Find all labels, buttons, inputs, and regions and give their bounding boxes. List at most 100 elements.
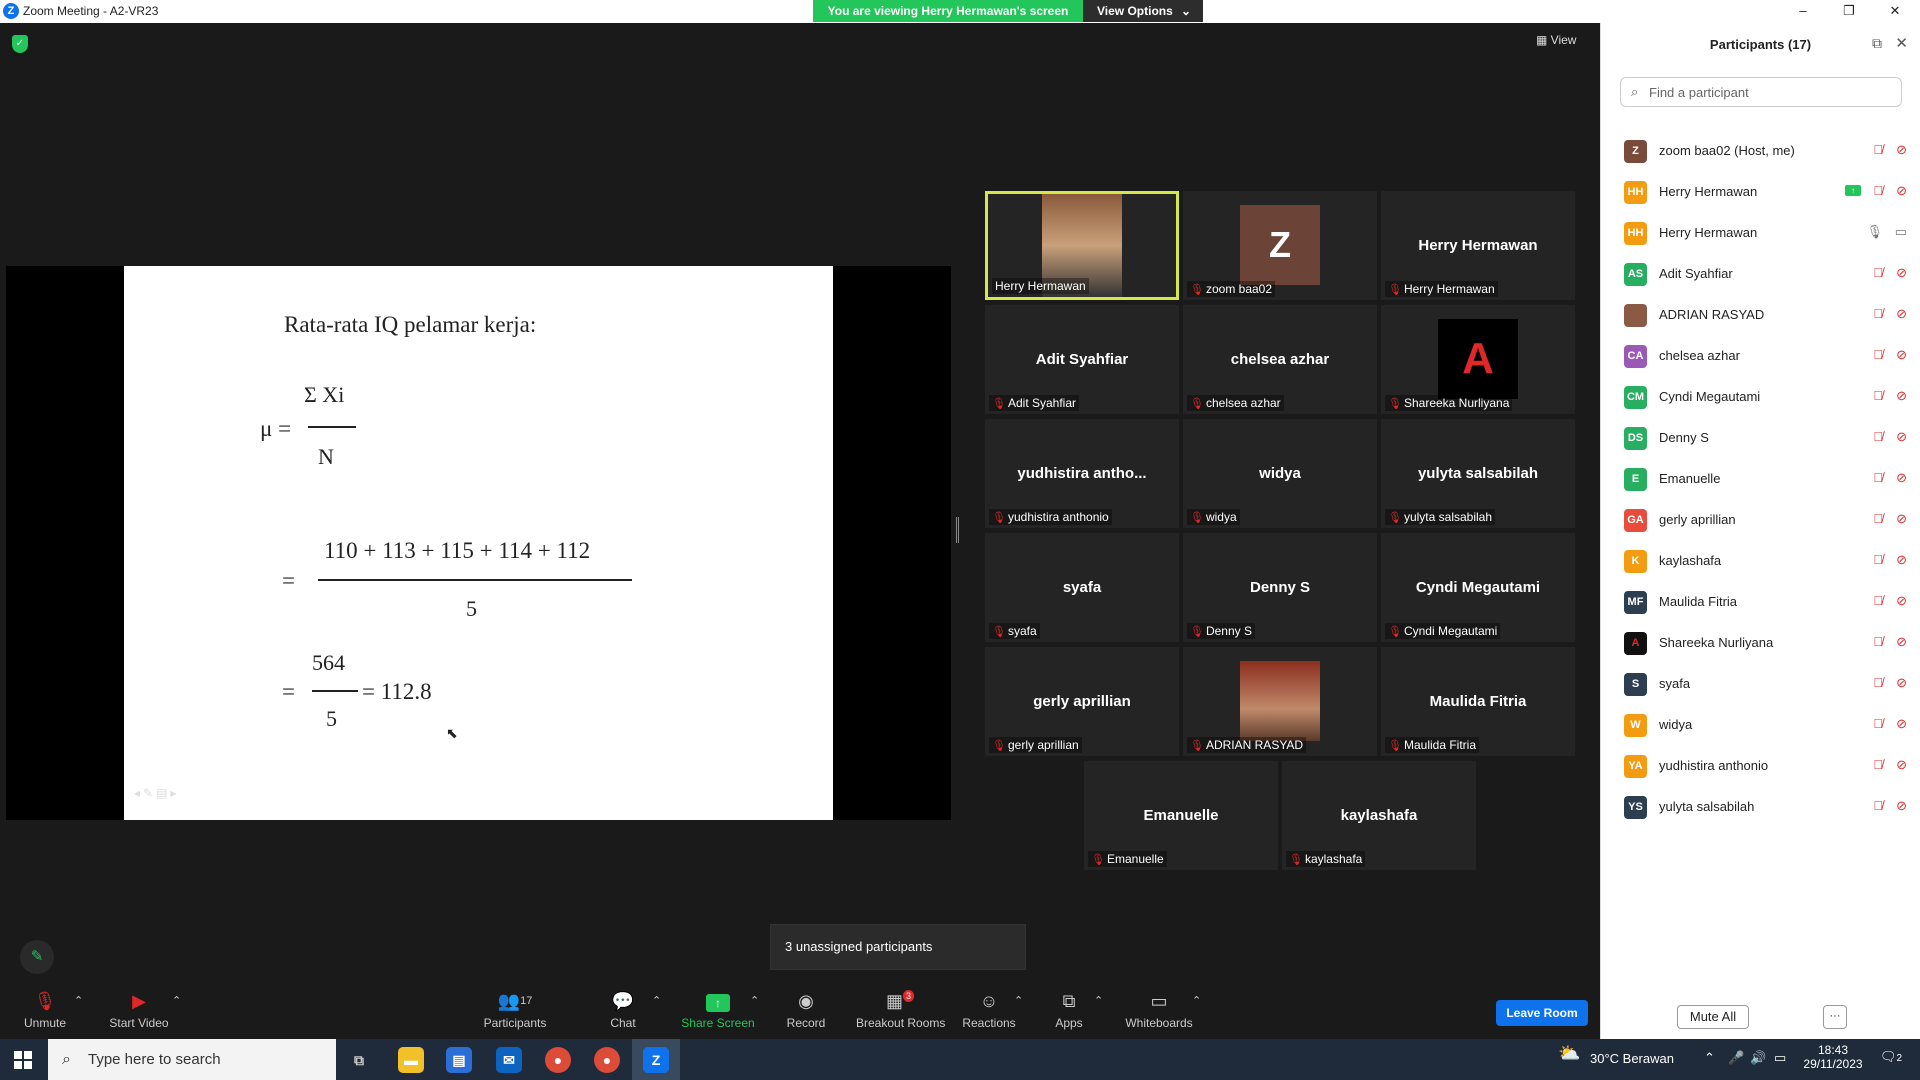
- participant-row[interactable]: HH Herry Hermawan 🎙 ▭: [1601, 212, 1920, 253]
- volume-icon[interactable]: 🔊: [1750, 1050, 1766, 1066]
- zoom-taskbar-icon[interactable]: Z: [643, 1047, 669, 1073]
- result: = 112.8: [362, 679, 432, 704]
- close-button[interactable]: ✕: [1872, 0, 1918, 22]
- popout-icon[interactable]: ⧉: [1872, 35, 1882, 52]
- participants-button[interactable]: 👥17 Participants: [482, 990, 548, 1030]
- video-tile[interactable]: widya 🎙 widya: [1183, 419, 1377, 528]
- security-shield-icon[interactable]: ✓: [12, 35, 28, 53]
- clock[interactable]: 18:43 29/11/2023: [1803, 1043, 1863, 1071]
- tray-chevron-icon[interactable]: ⌃: [1704, 1050, 1715, 1066]
- view-button[interactable]: ▦ View: [1536, 33, 1576, 47]
- record-button[interactable]: ◉ Record: [786, 990, 826, 1030]
- file-explorer-icon[interactable]: ▬: [398, 1047, 424, 1073]
- video-tile[interactable]: Emanuelle 🎙 Emanuelle: [1084, 761, 1278, 870]
- video-tile[interactable]: gerly aprillian 🎙 gerly aprillian: [985, 647, 1179, 756]
- taskbar-search-input[interactable]: ⌕ Type here to search: [48, 1039, 336, 1080]
- close-panel-icon[interactable]: ✕: [1895, 34, 1908, 52]
- participant-search-input[interactable]: ⌕ Find a participant: [1620, 77, 1902, 107]
- video-tile[interactable]: yudhistira antho... 🎙 yudhistira anthonio: [985, 419, 1179, 528]
- participant-row[interactable]: A Shareeka Nurliyana 🎙̸ ⊘: [1601, 622, 1920, 663]
- muted-mic-icon: 🎙̸: [1873, 429, 1883, 444]
- chevron-up-icon[interactable]: ⌃: [172, 994, 181, 1007]
- numerator: 110 + 113 + 115 + 114 + 112: [324, 538, 591, 563]
- record-icon: ◉: [798, 991, 814, 1011]
- participant-row[interactable]: Wwidya 🎙̸ ⊘: [1601, 704, 1920, 745]
- video-tile[interactable]: Adit Syahfiar 🎙 Adit Syahfiar: [985, 305, 1179, 414]
- video-tile[interactable]: Maulida Fitria 🎙 Maulida Fitria: [1381, 647, 1575, 756]
- participant-row[interactable]: Kkaylashafa 🎙̸ ⊘: [1601, 540, 1920, 581]
- apps-button[interactable]: ⧉ Apps: [1054, 990, 1084, 1030]
- start-video-button[interactable]: ▶ Start Video: [106, 990, 172, 1030]
- reactions-button[interactable]: ☺ Reactions: [962, 990, 1016, 1030]
- tile-name-label: 🎙 zoom baa02: [1187, 281, 1276, 297]
- video-tile[interactable]: yulyta salsabilah 🎙 yulyta salsabilah: [1381, 419, 1575, 528]
- participant-row[interactable]: CM Cyndi Megautami 🎙̸ ⊘: [1601, 376, 1920, 417]
- breakout-rooms-button[interactable]: ▦ 3 Breakout Rooms: [856, 990, 945, 1030]
- participant-name: Herry Hermawan: [1659, 184, 1758, 199]
- video-tile[interactable]: chelsea azhar 🎙 chelsea azhar: [1183, 305, 1377, 414]
- avatar: CM: [1624, 386, 1647, 409]
- video-tile[interactable]: Cyndi Megautami 🎙 Cyndi Megautami: [1381, 533, 1575, 642]
- participant-row[interactable]: Ssyafa 🎙̸ ⊘: [1601, 663, 1920, 704]
- tile-name-label: 🎙 Denny S: [1187, 623, 1255, 639]
- tile-display-name: Cyndi Megautami: [1415, 579, 1541, 596]
- participant-row[interactable]: GA gerly aprillian 🎙̸ ⊘: [1601, 499, 1920, 540]
- video-tile[interactable]: A 🎙 Shareeka Nurliyana: [1381, 305, 1575, 414]
- microphone-tray-icon[interactable]: 🎤: [1728, 1050, 1744, 1066]
- view-options-button[interactable]: View Options ⌄: [1083, 0, 1203, 22]
- participant-row[interactable]: YS yulyta salsabilah 🎙̸ ⊘: [1601, 786, 1920, 827]
- chevron-up-icon[interactable]: ⌃: [750, 994, 759, 1007]
- chrome-profile-icon[interactable]: ●: [594, 1047, 620, 1073]
- weather-text[interactable]: 30°C Berawan: [1590, 1051, 1674, 1066]
- notifications-icon[interactable]: 🗨2: [1880, 1049, 1902, 1065]
- shared-screen[interactable]: Rata-rata IQ pelamar kerja: μ = Σ Xi N =…: [6, 266, 951, 820]
- participant-row[interactable]: E Emanuelle 🎙̸ ⊘: [1601, 458, 1920, 499]
- chevron-up-icon[interactable]: ⌃: [1094, 994, 1103, 1007]
- chat-button[interactable]: 💬 Chat: [608, 990, 638, 1030]
- slide-controls[interactable]: ◂ ✎ ▤ ▸: [134, 786, 176, 801]
- leave-room-button[interactable]: Leave Room: [1496, 1000, 1588, 1026]
- participant-name: ADRIAN RASYAD: [1659, 307, 1765, 322]
- chrome-icon[interactable]: ●: [545, 1047, 571, 1073]
- restore-button[interactable]: ❐: [1826, 0, 1872, 22]
- video-tile[interactable]: kaylashafa 🎙 kaylashafa: [1282, 761, 1476, 870]
- chevron-up-icon[interactable]: ⌃: [74, 994, 83, 1007]
- participant-row[interactable]: YA yudhistira anthonio 🎙̸ ⊘: [1601, 745, 1920, 786]
- splitter-handle[interactable]: [956, 517, 959, 543]
- video-tile[interactable]: Herry Hermawan: [985, 191, 1179, 300]
- participant-name: yulyta salsabilah: [1659, 799, 1755, 814]
- apps-label: Apps: [1055, 1016, 1083, 1030]
- whiteboards-button[interactable]: ▭ Whiteboards: [1124, 990, 1194, 1030]
- participant-row[interactable]: HH Herry Hermawan ↑ 🎙̸ ⊘: [1601, 171, 1920, 212]
- mute-all-button[interactable]: Mute All: [1677, 1005, 1749, 1029]
- video-tile[interactable]: Z 🎙 zoom baa02: [1183, 191, 1377, 300]
- chevron-up-icon[interactable]: ⌃: [1192, 994, 1201, 1007]
- store-icon[interactable]: ▤: [446, 1047, 472, 1073]
- more-options-button[interactable]: ···: [1823, 1005, 1847, 1029]
- video-tile[interactable]: 🎙 ADRIAN RASYAD: [1183, 647, 1377, 756]
- participant-row[interactable]: DS Denny S 🎙̸ ⊘: [1601, 417, 1920, 458]
- minimize-button[interactable]: –: [1780, 0, 1826, 22]
- task-view-icon[interactable]: ⧉: [346, 1047, 372, 1073]
- chevron-up-icon[interactable]: ⌃: [1014, 994, 1023, 1007]
- pencil-icon[interactable]: ✎: [20, 940, 54, 974]
- participant-row[interactable]: AS Adit Syahfiar 🎙̸ ⊘: [1601, 253, 1920, 294]
- avatar: E: [1624, 468, 1647, 491]
- video-tile[interactable]: Herry Hermawan 🎙 Herry Hermawan: [1381, 191, 1575, 300]
- participant-row[interactable]: Zzoom baa02 (Host, me) 🎙̸ ⊘: [1601, 130, 1920, 171]
- video-tile[interactable]: syafa 🎙 syafa: [985, 533, 1179, 642]
- participant-name: Denny S: [1659, 430, 1709, 445]
- mail-icon[interactable]: ✉: [496, 1047, 522, 1073]
- participant-name: Shareeka Nurliyana: [1659, 635, 1774, 650]
- windows-start-icon[interactable]: [14, 1051, 32, 1069]
- share-screen-button[interactable]: ↑ Share Screen: [680, 990, 756, 1030]
- reactions-icon: ☺: [979, 991, 999, 1011]
- participant-row[interactable]: ADRIAN RASYAD 🎙̸ ⊘: [1601, 294, 1920, 335]
- chevron-up-icon[interactable]: ⌃: [652, 994, 661, 1007]
- participant-row[interactable]: MF Maulida Fitria 🎙̸ ⊘: [1601, 581, 1920, 622]
- participant-row[interactable]: CA chelsea azhar 🎙̸ ⊘: [1601, 335, 1920, 376]
- unmute-button[interactable]: 🎙 Unmute: [20, 990, 70, 1030]
- network-icon[interactable]: ▭: [1774, 1050, 1786, 1066]
- window-title: Zoom Meeting - A2-VR23: [23, 4, 159, 18]
- video-tile[interactable]: Denny S 🎙 Denny S: [1183, 533, 1377, 642]
